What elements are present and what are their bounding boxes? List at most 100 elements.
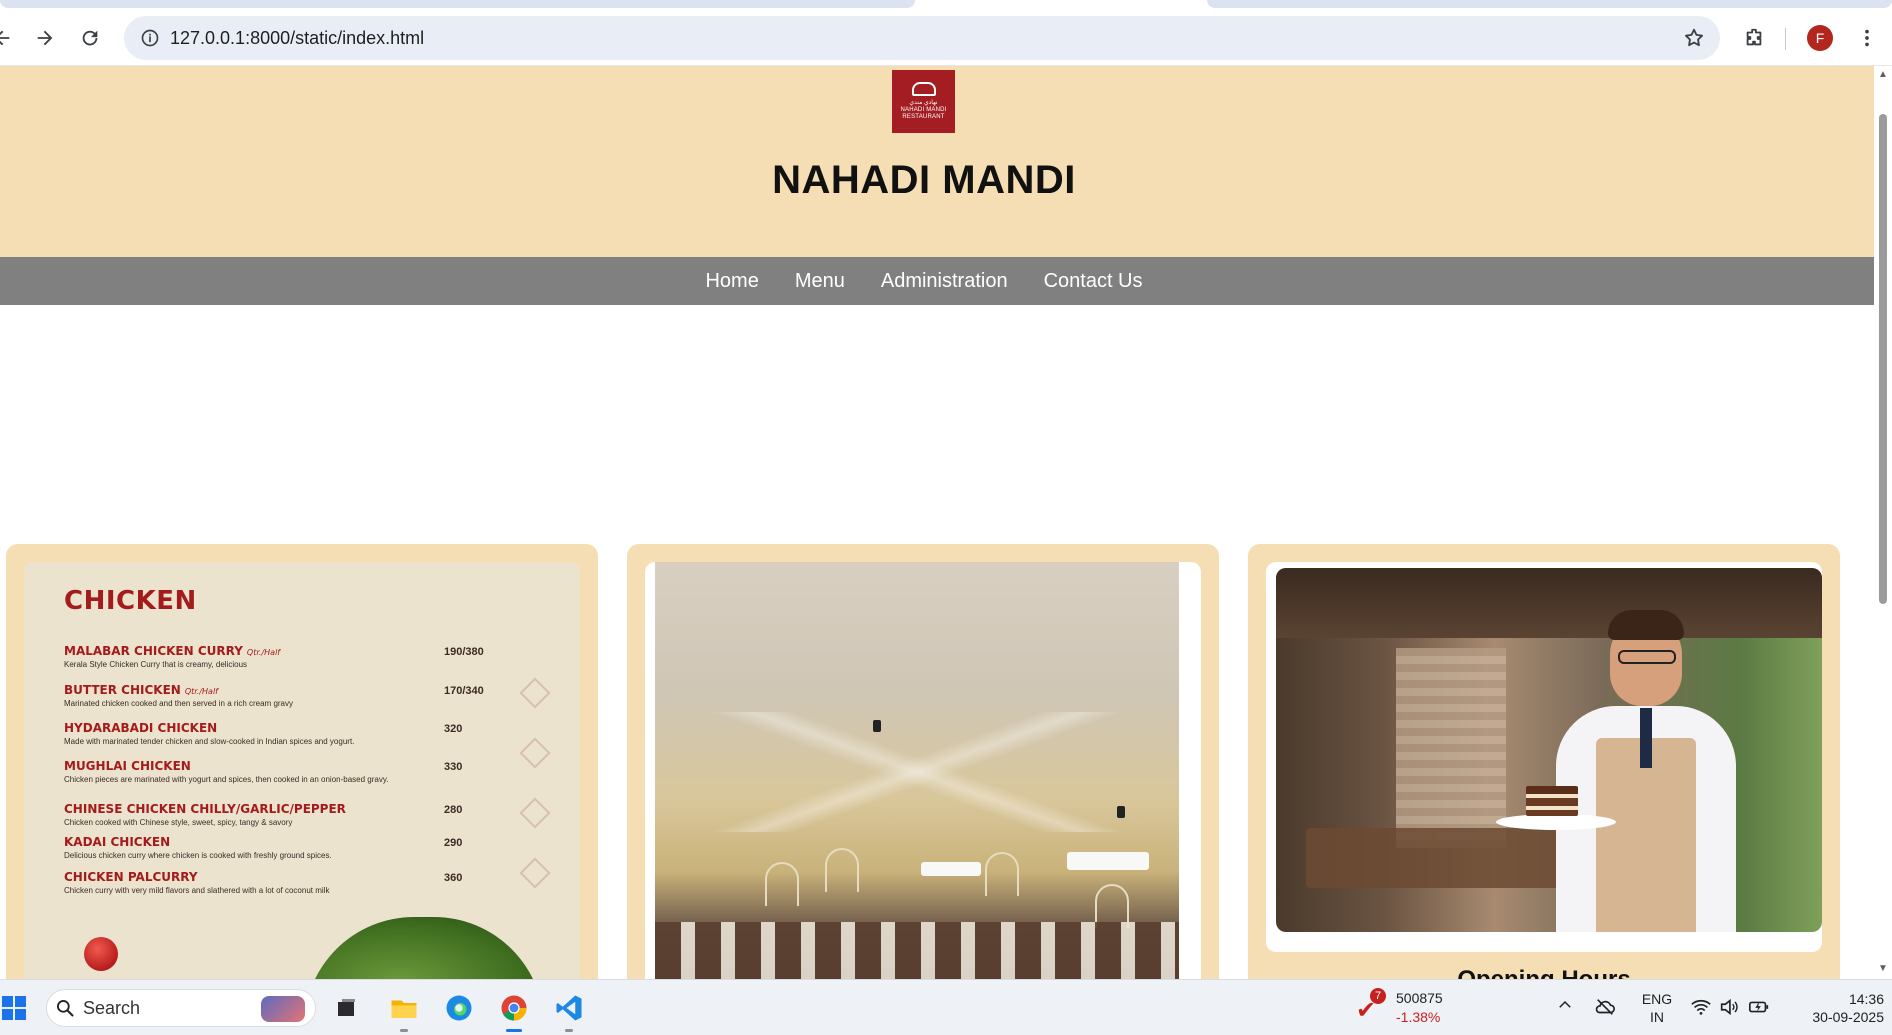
tomato-illustration [84, 937, 118, 971]
menu-item-desc: Made with marinated tender chicken and s… [64, 737, 355, 746]
salad-illustration [304, 917, 544, 979]
system-clock[interactable]: 14:36 30-09-2025 [1788, 990, 1884, 1026]
menu-item-size: Qtr./Half [246, 648, 281, 657]
vscode-button[interactable] [551, 990, 587, 1032]
site-info-icon[interactable] [130, 16, 170, 60]
address-bar[interactable]: 127.0.0.1:8000/static/index.html [124, 16, 1720, 60]
search-placeholder: Search [83, 997, 141, 1018]
forward-icon[interactable] [29, 22, 61, 54]
nav-home[interactable]: Home [705, 270, 758, 293]
stock-widget[interactable]: ✔ 7 500875 -1.38% [1356, 988, 1466, 1028]
menu-item-name: MUGHLAI CHICKEN [64, 759, 191, 773]
logo-text-top: نهادي مندي [909, 100, 938, 106]
onedrive-offline-icon[interactable] [1594, 996, 1616, 1023]
waiter-photo [1276, 568, 1822, 932]
waiter-figure [1546, 588, 1766, 932]
wall-arch [765, 862, 799, 906]
notification-badge: 7 [1370, 988, 1386, 1004]
language-indicator[interactable]: ENG IN [1640, 990, 1674, 1026]
site-header: نهادي مندي NAHADI MANDI RESTAURANT NAHAD… [0, 66, 1874, 257]
wifi-icon[interactable] [1690, 996, 1712, 1023]
site-title: NAHADI MANDI [772, 158, 1076, 202]
taskbar-search[interactable]: Search [46, 989, 316, 1027]
scroll-thumb[interactable] [1879, 114, 1887, 604]
page-viewport: نهادي مندي NAHADI MANDI RESTAURANT NAHAD… [0, 66, 1874, 979]
menu-item-price: 170/340 [444, 685, 484, 697]
menu-item-price: 280 [444, 804, 463, 816]
ceiling-lamp-icon [873, 720, 881, 732]
reload-icon[interactable] [74, 22, 106, 54]
tab-inactive-2[interactable] [1207, 0, 1892, 8]
main-nav: Home Menu Administration Contact Us [0, 257, 1874, 305]
menu-item-size: Qtr./Half [184, 687, 218, 696]
dining-room-photo [655, 562, 1179, 979]
menu-item-desc: Kerala Style Chicken Curry that is cream… [64, 660, 248, 669]
profile-avatar[interactable]: F [1807, 25, 1833, 51]
wall-arch [825, 848, 859, 892]
tab-inactive[interactable] [0, 0, 915, 8]
lang-bottom: IN [1650, 1009, 1664, 1025]
air-conditioner [1067, 852, 1149, 870]
menu-item: MALABAR CHICKEN CURRY Qtr./Half Kerala St… [64, 644, 504, 670]
dining-room-image [645, 562, 1201, 979]
opening-hours-heading: Opening Hours [1248, 966, 1840, 979]
brick-wall [1396, 648, 1506, 848]
stock-change: -1.38% [1396, 1009, 1441, 1025]
windows-logo-icon [2, 996, 26, 1020]
pattern-diamond [519, 857, 551, 889]
menu-item: MUGHLAI CHICKEN Chicken pieces are marin… [64, 759, 504, 785]
air-conditioner [921, 862, 981, 876]
chef-hat-icon [911, 82, 936, 96]
file-explorer-button[interactable] [386, 990, 422, 1032]
menu-item-name: BUTTER CHICKEN [64, 683, 181, 697]
plate [1496, 814, 1616, 830]
start-button[interactable] [0, 990, 32, 1026]
menu-item-price: 290 [444, 837, 463, 849]
back-icon[interactable] [0, 22, 18, 54]
restaurant-logo[interactable]: نهادي مندي NAHADI MANDI RESTAURANT [892, 70, 955, 133]
search-highlight-image [261, 996, 305, 1022]
scroll-down-arrow-icon[interactable]: ▼ [1877, 964, 1889, 974]
edge-browser-button[interactable] [441, 990, 477, 1026]
extensions-icon[interactable] [1738, 22, 1770, 54]
nav-menu[interactable]: Menu [795, 270, 845, 293]
nav-administration[interactable]: Administration [881, 270, 1008, 293]
tab-strip [0, 0, 1892, 10]
menu-item: HYDARABADI CHICKEN Made with marinated t… [64, 721, 504, 747]
task-view-button[interactable] [328, 990, 364, 1026]
chrome-button[interactable] [496, 990, 532, 1032]
bookmark-star-icon[interactable] [1680, 24, 1708, 52]
menu-item-name: MALABAR CHICKEN CURRY [64, 644, 243, 658]
taskbar: Search ✔ 7 500875 -1.38% ENG IN 14:36 30… [0, 979, 1892, 1035]
menu-item-price: 360 [444, 872, 463, 884]
folder-icon [391, 1000, 417, 1018]
nav-contact-us[interactable]: Contact Us [1044, 270, 1143, 293]
page-scrollbar[interactable]: ▲ ▼ [1874, 66, 1892, 979]
menu-item-name: CHICKEN PALCURRY [64, 870, 198, 884]
menu-item-desc: Delicious chicken curry where chicken is… [64, 851, 332, 860]
url-text[interactable]: 127.0.0.1:8000/static/index.html [170, 28, 424, 49]
cake-slice [1526, 786, 1578, 816]
menu-heading: CHICKEN [64, 586, 197, 616]
browser-menu-icon[interactable] [1851, 22, 1883, 54]
edge-icon [446, 995, 472, 1021]
chicken-menu-image: CHICKEN MALABAR CHICKEN CURRY Qtr./Half K… [24, 562, 580, 979]
pattern-diamond [519, 797, 551, 829]
battery-charging-icon[interactable] [1748, 996, 1770, 1023]
menu-item: CHICKEN PALCURRY Chicken curry with very… [64, 870, 504, 896]
scroll-up-arrow-icon[interactable]: ▲ [1877, 70, 1889, 80]
menu-item-name: HYDARABADI CHICKEN [64, 721, 218, 735]
ceiling-lamp-icon [1117, 806, 1125, 818]
menu-item: CHINESE CHICKEN CHILLY/GARLIC/PEPPER Chi… [64, 802, 504, 828]
menu-item-price: 320 [444, 723, 463, 735]
volume-icon[interactable] [1718, 996, 1740, 1023]
menu-item-name: CHINESE CHICKEN CHILLY/GARLIC/PEPPER [64, 802, 346, 816]
vscode-icon [556, 995, 582, 1021]
menu-item-desc: Chicken pieces are marinated with yogurt… [64, 775, 389, 784]
menu-item-name: KADAI CHICKEN [64, 835, 171, 849]
show-hidden-icons-chevron-icon[interactable] [1556, 996, 1574, 1019]
logo-text-mid: NAHADI MANDI [900, 107, 947, 113]
interior-card [627, 544, 1219, 979]
task-view-icon [338, 999, 355, 1016]
clock-date: 30-09-2025 [1812, 1009, 1884, 1025]
